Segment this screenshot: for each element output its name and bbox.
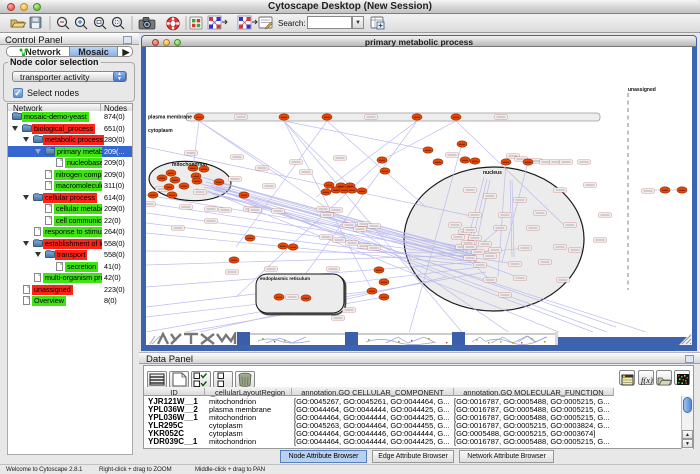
svg-text:nucleus: nucleus	[483, 170, 502, 176]
svg-text:unassigned: unassigned	[628, 87, 656, 93]
svg-text:cytoplasm: cytoplasm	[148, 128, 173, 134]
svg-text:mitochondrion: mitochondrion	[172, 162, 207, 168]
svg-text:f(x): f(x)	[641, 375, 653, 385]
svg-text:plasma membrane: plasma membrane	[148, 115, 192, 121]
svg-text:endoplasmic reticulum: endoplasmic reticulum	[260, 276, 310, 281]
